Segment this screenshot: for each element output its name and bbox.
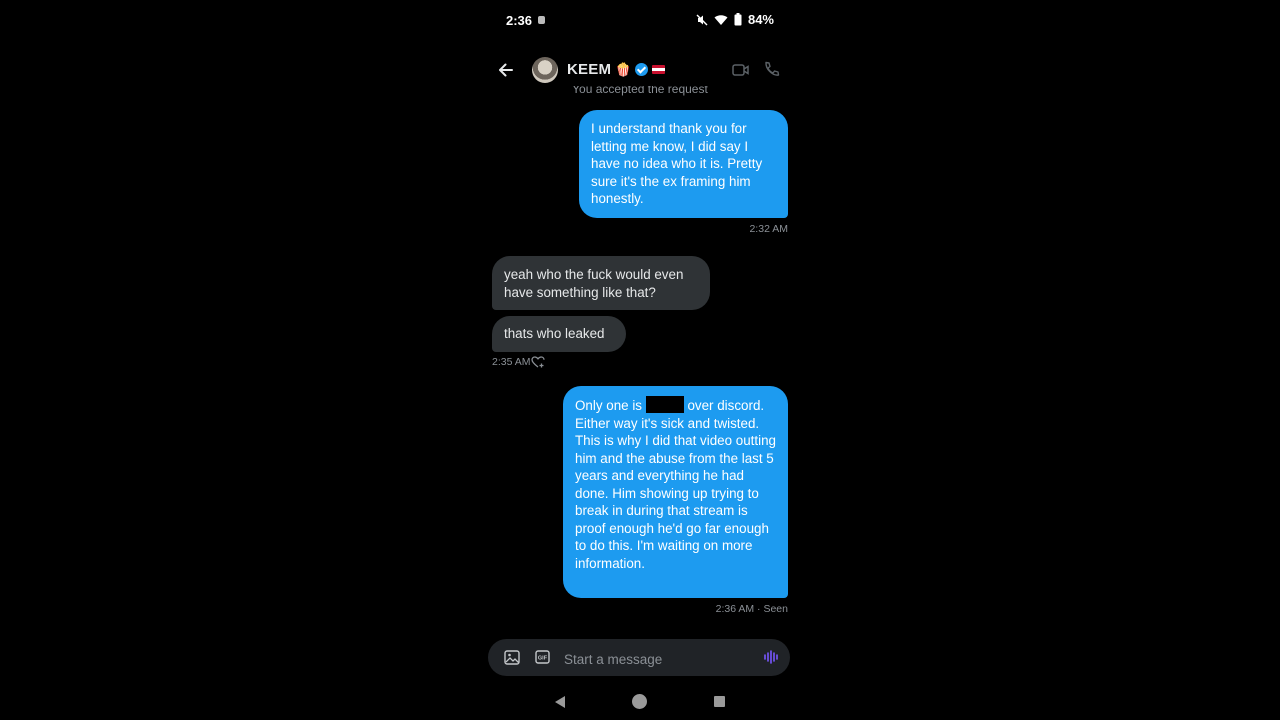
video-call-icon[interactable] (732, 62, 750, 78)
notification-icon (538, 16, 545, 24)
request-notice: You accepted the request (572, 86, 708, 96)
message-text: over discord. Either way it's sick and t… (575, 398, 776, 571)
conversation-header: KEEM 🍿 (482, 50, 798, 90)
conversation-title[interactable]: KEEM 🍿 (567, 61, 666, 78)
status-indicators: 84% (696, 12, 774, 27)
mute-icon (696, 14, 708, 25)
message-text: Only one is (575, 398, 642, 413)
wifi-icon (714, 14, 728, 25)
nav-recents-icon[interactable] (714, 696, 725, 707)
contact-name: KEEM (567, 61, 612, 78)
nav-back-icon[interactable] (554, 695, 566, 709)
react-heart-icon[interactable] (531, 356, 545, 368)
status-time: 2:36 (506, 13, 533, 28)
phone-screen: 2:36 84% KEEM 🍿 You accepted the request… (482, 0, 798, 720)
message-timestamp: 2:32 AM (749, 223, 788, 235)
back-arrow-icon[interactable] (496, 60, 516, 80)
image-icon[interactable] (504, 650, 520, 665)
message-status: 2:36 AM · Seen (715, 603, 788, 615)
gif-icon[interactable]: GIF (535, 650, 550, 664)
message-input[interactable] (562, 648, 746, 670)
message-timestamp: 2:35 AM (492, 356, 531, 368)
voice-message-icon[interactable] (764, 650, 778, 664)
avatar[interactable] (532, 57, 558, 83)
phone-call-icon[interactable] (763, 61, 780, 78)
outgoing-message-bubble[interactable]: Only one is over discord. Either way it'… (563, 386, 788, 598)
redaction-block (645, 396, 684, 413)
outgoing-message-bubble[interactable]: I understand thank you for letting me kn… (579, 110, 788, 218)
nav-home-icon[interactable] (632, 694, 647, 709)
message-composer: GIF (488, 639, 790, 676)
incoming-message-bubble[interactable]: yeah who the fuck would even have someth… (492, 256, 710, 310)
incoming-message-bubble[interactable]: thats who leaked (492, 316, 626, 352)
svg-text:GIF: GIF (538, 656, 548, 662)
battery-icon (734, 13, 742, 26)
popcorn-emoji: 🍿 (615, 62, 632, 77)
verified-badge-icon (635, 63, 649, 76)
battery-level: 84% (747, 12, 774, 27)
flag-icon (652, 65, 666, 74)
